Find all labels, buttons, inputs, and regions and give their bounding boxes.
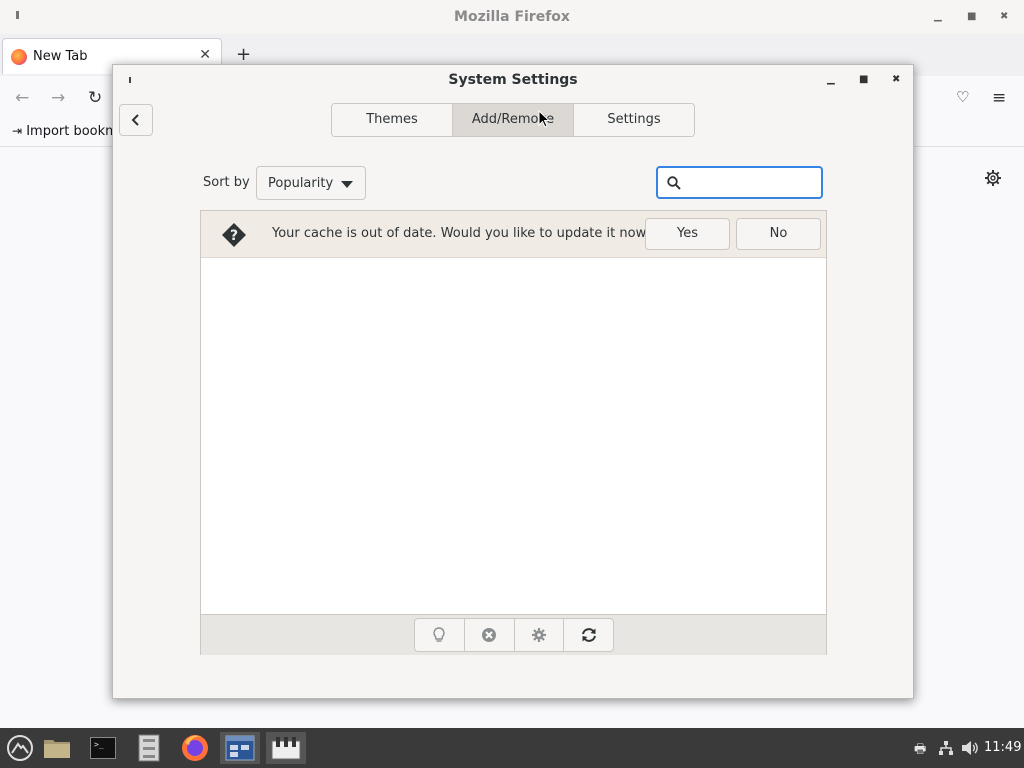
refresh-icon <box>581 628 596 642</box>
back-button[interactable] <box>119 104 153 136</box>
firefox-icon <box>182 735 208 761</box>
printer-icon[interactable]: 🖶 <box>914 740 926 762</box>
hamburger-menu-icon[interactable]: ≡ <box>992 88 1006 108</box>
window-icon <box>225 735 255 761</box>
firefox-titlebar: Mozilla Firefox ▁ ■ ✖ <box>0 0 1024 34</box>
dialog-minimize-icon[interactable]: ▁ <box>827 74 835 85</box>
configure-button[interactable] <box>515 619 565 651</box>
firefox-launcher[interactable] <box>175 732 215 764</box>
tab-settings[interactable]: Settings <box>574 104 694 136</box>
search-field[interactable] <box>656 166 823 199</box>
customize-gear-icon[interactable] <box>984 169 1002 187</box>
import-bookmarks-label: Import bookm <box>26 124 118 139</box>
lightbulb-icon <box>433 627 445 642</box>
caret-down-icon <box>341 181 353 188</box>
folder-icon <box>44 740 70 758</box>
app-menu-button[interactable] <box>0 732 40 764</box>
system-settings-launcher[interactable] <box>266 732 306 764</box>
files-launcher[interactable] <box>37 732 77 764</box>
clock[interactable]: 11:49 <box>984 740 1021 755</box>
dialog-maximize-icon[interactable]: ■ <box>859 74 868 85</box>
remove-icon <box>482 628 497 642</box>
yes-button[interactable]: Yes <box>645 218 730 250</box>
bottom-toolbar <box>201 614 826 655</box>
sort-value: Popularity <box>268 176 334 191</box>
taskbar: >_ 🖶 11:49 <box>0 728 1024 768</box>
search-input[interactable] <box>686 173 820 195</box>
settings-app-icon <box>271 737 301 760</box>
sort-dropdown[interactable]: Popularity <box>256 166 366 200</box>
reload-icon[interactable]: ↻ <box>88 88 102 108</box>
file-manager-launcher[interactable] <box>129 732 169 764</box>
menu-icon <box>7 735 33 761</box>
refresh-button[interactable] <box>564 619 613 651</box>
maximize-icon[interactable]: ■ <box>967 11 976 22</box>
file-cabinet-icon <box>138 734 160 762</box>
view-switcher: Themes Add/Remove Settings <box>331 103 695 137</box>
terminal-icon: >_ <box>90 737 116 759</box>
no-button[interactable]: No <box>736 218 821 250</box>
forward-arrow-icon[interactable]: → <box>51 88 65 108</box>
network-icon[interactable] <box>938 740 954 756</box>
window-launcher[interactable] <box>220 732 260 764</box>
volume-icon[interactable] <box>961 740 979 756</box>
svg-text:>_: >_ <box>94 740 104 749</box>
sort-by-label: Sort by <box>203 175 250 190</box>
question-icon: ? <box>222 223 246 247</box>
dialog-close-icon[interactable]: ✖ <box>892 74 900 85</box>
cache-infobar: ? Your cache is out of date. Would you l… <box>201 211 826 258</box>
import-bookmarks-item[interactable]: ⇥ Import bookm <box>12 124 118 139</box>
addons-list[interactable] <box>201 258 826 614</box>
system-settings-dialog: System Settings ▁ ■ ✖ Themes Add/Remove … <box>112 64 914 699</box>
firefox-window-title: Mozilla Firefox <box>454 9 570 25</box>
addons-panel: ? Your cache is out of date. Would you l… <box>200 210 827 655</box>
terminal-launcher[interactable]: >_ <box>83 732 123 764</box>
firefox-tab-icon <box>11 49 27 65</box>
tab-close-icon[interactable]: ✕ <box>199 47 211 63</box>
gear-icon <box>531 628 546 642</box>
chevron-left-icon <box>131 114 139 126</box>
svg-text:?: ? <box>230 228 238 244</box>
minimize-icon[interactable]: ▁ <box>934 11 942 22</box>
tab-themes[interactable]: Themes <box>332 104 453 136</box>
back-arrow-icon[interactable]: ← <box>15 88 29 108</box>
infobar-message: Your cache is out of date. Would you lik… <box>272 226 654 241</box>
pocket-icon[interactable]: ♡ <box>956 88 969 106</box>
search-icon <box>667 176 681 190</box>
mouse-cursor-icon <box>538 110 550 128</box>
tab-add-remove[interactable]: Add/Remove <box>453 104 574 136</box>
new-tab-plus-icon[interactable]: + <box>236 44 251 65</box>
tab-title: New Tab <box>33 49 88 64</box>
toolbar-button-group <box>414 618 614 652</box>
info-button[interactable] <box>415 619 465 651</box>
remove-button[interactable] <box>465 619 515 651</box>
import-icon: ⇥ <box>12 124 23 138</box>
dialog-title: System Settings <box>448 72 578 88</box>
close-icon[interactable]: ✖ <box>1000 11 1008 22</box>
